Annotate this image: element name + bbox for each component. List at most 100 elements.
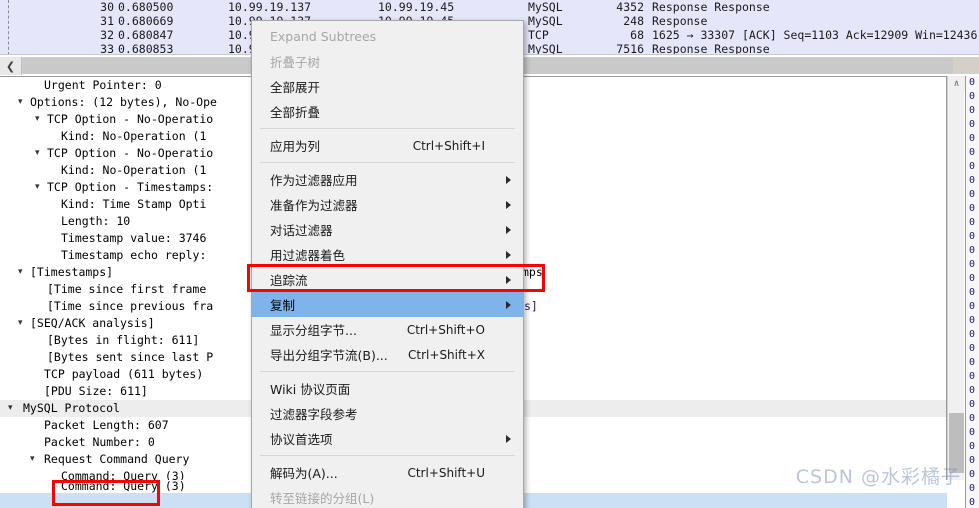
packet-list-row[interactable]: 30 0.680500 10.99.19.137 10.99.19.45 MySQL 43… [0, 0, 979, 14]
bytes-offset-digit: 0 [969, 343, 976, 354]
context-menu-item-label: 准备作为过滤器 [270, 198, 358, 213]
packet-no: 32 [100, 28, 114, 42]
detail-tree-label: Timestamp value: 3746 [61, 231, 207, 245]
chevron-down-icon[interactable]: ▾ [35, 145, 40, 162]
packet-bytes-pane[interactable]: 0 0 0 0 0 0 0 0 0 0 0 0 0 0 0 0 0 0 0 0 0 0 0 0 0 0 0 0 0 0 0 [965, 76, 979, 508]
hscroll-left-arrow-icon[interactable]: ❮ [0, 57, 22, 75]
chevron-down-icon[interactable]: ▾ [18, 94, 23, 111]
context-menu-item[interactable]: 全部折叠 [252, 99, 523, 124]
chevron-right-icon [506, 175, 511, 184]
bytes-offset-digit: 0 [969, 357, 976, 368]
context-menu-item[interactable]: Wiki 协议页面 [252, 376, 523, 401]
context-menu-item[interactable]: 用过滤器着色 [252, 242, 523, 267]
bytes-offset-digit: 0 [969, 385, 976, 396]
context-menu-item-label: 用过滤器着色 [270, 248, 346, 263]
context-menu-item[interactable]: 协议首选项 [252, 426, 523, 451]
detail-tree-label: Timestamp echo reply: [61, 248, 207, 262]
packet-length: 4352 [616, 0, 644, 14]
context-menu-item-label: 对话过滤器 [270, 223, 333, 238]
detail-tree-label: [Bytes sent since last P [47, 350, 214, 364]
context-menu-item-shortcut: Ctrl+Shift+X [408, 347, 485, 362]
context-menu-item-label: 复制 [270, 298, 296, 313]
vscroll-thumb[interactable] [949, 413, 964, 473]
bytes-offset-digit: 0 [969, 413, 976, 424]
detail-tree-label: [Time since first frame [47, 282, 207, 296]
context-menu-item[interactable]: 复制 [252, 292, 523, 317]
detail-pane-vscrollbar[interactable]: ∧ [947, 76, 965, 480]
context-menu-item-shortcut: Ctrl+Shift+U [407, 465, 485, 480]
context-menu-item[interactable]: 全部展开 [252, 74, 523, 99]
bytes-offset-digit: 0 [969, 441, 976, 452]
bytes-offset-digit: 0 [969, 119, 976, 130]
bytes-offset-digit: 0 [969, 231, 976, 242]
bytes-offset-digit: 0 [969, 329, 976, 340]
detail-tree-label: TCP Option - No-Operatio [47, 146, 214, 160]
bytes-offset-digit: 0 [969, 497, 976, 508]
detail-tree-label: [Bytes in flight: 611] [47, 333, 200, 347]
packet-proto: MySQL [528, 42, 563, 55]
bytes-offset-digit: 0 [969, 175, 976, 186]
packet-time: 0.680853 [118, 42, 174, 55]
packet-proto: MySQL [528, 0, 563, 14]
context-menu-item[interactable]: 作为过滤器应用 [252, 167, 523, 192]
context-menu-item[interactable]: 准备作为过滤器 [252, 192, 523, 217]
context-menu-item[interactable]: 解码为(A)... Ctrl+Shift+U [252, 460, 523, 485]
context-menu-item-label: 全部展开 [270, 80, 321, 95]
detail-tree-label: Length: 10 [61, 214, 131, 228]
bytes-offset-digit: 0 [969, 455, 976, 466]
packet-length: 248 [623, 14, 644, 28]
packet-info: Response Response [652, 0, 770, 14]
detail-tree-label: MySQL Protocol [23, 401, 120, 415]
chevron-down-icon[interactable]: ▾ [18, 315, 23, 332]
detail-tree-label: Command: Query (3) [61, 469, 186, 480]
detail-tree-label: Packet Number: 0 [44, 435, 155, 449]
chevron-down-icon[interactable]: ▾ [35, 111, 40, 128]
detail-tree-label: Packet Length: 607 [44, 418, 169, 432]
context-menu-item[interactable]: 显示分组字节... Ctrl+Shift+O [252, 317, 523, 342]
context-menu-item-label: Wiki 协议页面 [270, 382, 351, 397]
chevron-right-icon [506, 200, 511, 209]
packet-proto: TCP [528, 28, 549, 42]
bytes-offset-digit: 0 [969, 427, 976, 438]
context-menu-item: 转至链接的分组(L) [252, 485, 523, 508]
chevron-right-icon [506, 225, 511, 234]
context-menu-item-label: 折叠子树 [270, 55, 321, 70]
context-menu-item[interactable]: 导出分组字节流(B)... Ctrl+Shift+X [252, 342, 523, 367]
packet-no: 33 [100, 42, 114, 55]
packet-length: 7516 [616, 42, 644, 55]
chevron-down-icon[interactable]: ▾ [8, 400, 13, 417]
detail-tree-label: TCP payload (611 bytes) [44, 367, 204, 381]
context-menu-separator [260, 371, 515, 372]
packet-src: 10.99.19.137 [228, 0, 312, 14]
context-menu-item[interactable]: 应用为列 Ctrl+Shift+I [252, 133, 523, 158]
bytes-offset-digit: 0 [969, 259, 976, 270]
bytes-offset-digit: 0 [969, 399, 976, 410]
context-menu[interactable]: Expand Subtrees 折叠子树全部展开全部折叠应用为列 Ctrl+Shif… [251, 20, 524, 508]
bytes-offset-digit: 0 [969, 203, 976, 214]
wireshark-window: 30 0.680500 10.99.19.137 10.99.19.45 MySQL 43… [0, 0, 979, 508]
context-menu-separator [260, 128, 515, 129]
context-menu-item: Expand Subtrees [252, 24, 523, 49]
detail-tree-label: Kind: No-Operation (1 [61, 129, 207, 143]
chevron-right-icon [506, 275, 511, 284]
vscroll-up-arrow-icon[interactable]: ∧ [948, 76, 965, 92]
bytes-offset-digit: 0 [969, 315, 976, 326]
context-menu-item-label: 转至链接的分组(L) [270, 491, 375, 506]
bytes-offset-digit: 0 [969, 301, 976, 312]
bytes-offset-digit: 0 [969, 105, 976, 116]
context-menu-item-label: 全部折叠 [270, 105, 321, 120]
detail-tree-label: [Timestamps] [30, 265, 114, 279]
chevron-down-icon[interactable]: ▾ [18, 264, 23, 281]
packet-proto: MySQL [528, 14, 563, 28]
context-menu-item[interactable]: 对话过滤器 [252, 217, 523, 242]
detail-tree-label: [SEQ/ACK analysis] [30, 316, 155, 330]
context-menu-item-label: 显示分组字节... [270, 323, 357, 338]
context-menu-item[interactable]: 追踪流 [252, 267, 523, 292]
packet-time: 0.680669 [118, 14, 174, 28]
chevron-down-icon[interactable]: ▾ [30, 451, 35, 468]
packet-no: 30 [100, 0, 114, 14]
chevron-right-icon [506, 300, 511, 309]
chevron-down-icon[interactable]: ▾ [35, 179, 40, 196]
context-menu-item[interactable]: 过滤器字段参考 [252, 401, 523, 426]
context-menu-item-label: 导出分组字节流(B)... [270, 348, 388, 363]
